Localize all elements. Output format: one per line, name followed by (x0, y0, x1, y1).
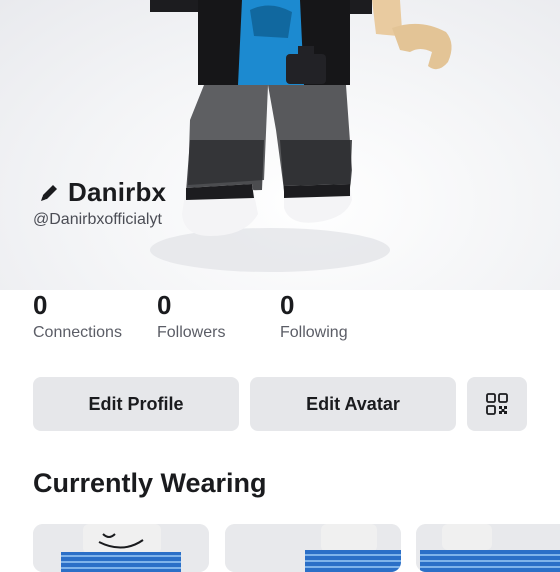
item-thumbnail (33, 524, 209, 572)
stat-label: Connections (33, 324, 122, 341)
stat-following[interactable]: 0 Following (280, 290, 410, 342)
wearing-item[interactable] (225, 524, 401, 572)
item-thumbnail (225, 524, 401, 572)
qr-code-button[interactable] (467, 377, 527, 431)
edit-avatar-button[interactable]: Edit Avatar (250, 377, 456, 431)
stat-value: 0 (280, 290, 295, 320)
wearing-item[interactable] (416, 524, 560, 572)
stat-label: Following (280, 324, 348, 341)
pencil-icon[interactable] (38, 182, 60, 204)
stat-label: Followers (157, 324, 226, 341)
stat-followers[interactable]: 0 Followers (157, 290, 280, 342)
avatar-showcase[interactable] (0, 0, 560, 290)
avatar-render (150, 0, 452, 272)
stat-value: 0 (33, 290, 48, 320)
profile-stats: 0 Connections 0 Followers 0 Following (33, 290, 410, 342)
stat-value: 0 (157, 290, 172, 320)
currently-wearing-title: Currently Wearing (33, 468, 267, 498)
edit-profile-button[interactable]: Edit Profile (33, 377, 239, 431)
wearing-item[interactable] (33, 524, 209, 572)
display-name-row[interactable]: Danirbx (38, 177, 166, 208)
item-thumbnail (416, 524, 560, 572)
stat-connections[interactable]: 0 Connections (33, 290, 157, 342)
username: @Danirbxofficialyt (33, 211, 162, 228)
qr-code-icon (486, 393, 508, 415)
display-name: Danirbx (68, 177, 167, 207)
